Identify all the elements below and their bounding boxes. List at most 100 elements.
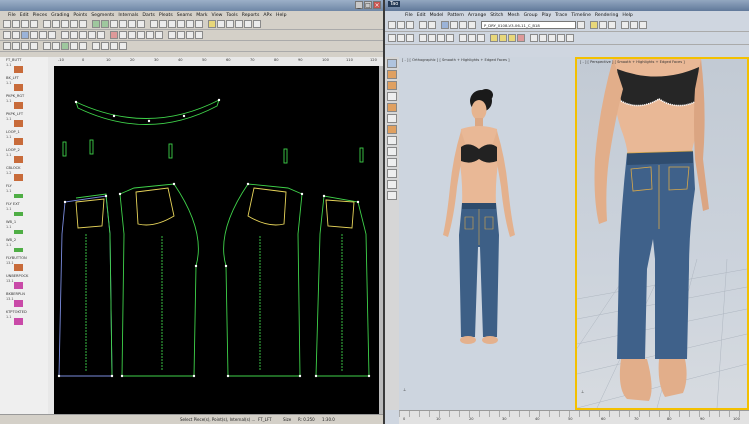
pin-icon[interactable] bbox=[437, 34, 445, 42]
rectangle-icon[interactable] bbox=[70, 31, 78, 39]
piece-list-item[interactable]: FLY 1.1 bbox=[0, 183, 48, 201]
point-tool-icon[interactable] bbox=[101, 20, 109, 28]
simulate-icon[interactable] bbox=[590, 21, 598, 29]
menu-apx[interactable]: APx bbox=[263, 13, 272, 18]
pan-icon[interactable] bbox=[177, 20, 185, 28]
flip-icon[interactable] bbox=[235, 20, 243, 28]
properties-icon[interactable] bbox=[119, 42, 127, 50]
mesh-icon[interactable] bbox=[459, 34, 467, 42]
menu-arrange[interactable]: Arrange bbox=[468, 13, 486, 18]
fold-icon[interactable] bbox=[128, 31, 136, 39]
plot-icon[interactable] bbox=[92, 42, 100, 50]
show-grade-icon[interactable] bbox=[61, 42, 69, 50]
avatar-icon[interactable] bbox=[428, 34, 436, 42]
join-icon[interactable] bbox=[119, 31, 127, 39]
print-icon[interactable] bbox=[30, 20, 38, 28]
menu-internals[interactable]: Internals bbox=[118, 13, 138, 18]
copy-icon[interactable] bbox=[52, 20, 60, 28]
split-icon[interactable] bbox=[110, 31, 118, 39]
color-icon[interactable] bbox=[548, 34, 556, 42]
select-icon[interactable] bbox=[441, 21, 449, 29]
new-scene-icon[interactable] bbox=[388, 21, 396, 29]
save-scene-icon[interactable] bbox=[406, 21, 414, 29]
close-button[interactable]: × bbox=[373, 1, 381, 9]
open-scene-icon[interactable] bbox=[397, 21, 405, 29]
wire-icon[interactable] bbox=[557, 34, 565, 42]
menu-segments[interactable]: Segments bbox=[91, 13, 114, 18]
piece-list-item[interactable]: FLY EXT 1.1 bbox=[0, 201, 48, 219]
circle-icon[interactable] bbox=[61, 31, 69, 39]
button-icon[interactable] bbox=[97, 31, 105, 39]
zoom-view-icon[interactable] bbox=[387, 147, 397, 156]
menu-mesh[interactable]: Mesh bbox=[507, 13, 519, 18]
menu-stitch[interactable]: Stitch bbox=[490, 13, 503, 18]
piece-list-item[interactable]: PKPK_RGT 1.1 bbox=[0, 93, 48, 111]
piece-list-item[interactable]: LOOP_2 1.1 bbox=[0, 147, 48, 165]
text-icon[interactable] bbox=[79, 31, 87, 39]
piece-list-item[interactable]: PKPK_LFT 1.1 bbox=[0, 111, 48, 129]
menu-model[interactable]: Model bbox=[430, 13, 444, 18]
arrange-icon[interactable] bbox=[406, 34, 414, 42]
perspective-viewport[interactable]: [ - ] [ Perspective ] [ Smooth + Highlig… bbox=[575, 57, 749, 410]
menu-group[interactable]: Group bbox=[524, 13, 538, 18]
menu-pleats[interactable]: Pleats bbox=[159, 13, 173, 18]
dart-tool-icon[interactable] bbox=[137, 20, 145, 28]
menu-help[interactable]: Help bbox=[276, 13, 286, 18]
move-icon[interactable] bbox=[12, 31, 20, 39]
line-icon[interactable] bbox=[48, 31, 56, 39]
arrow-left-icon[interactable] bbox=[3, 42, 11, 50]
curve-icon[interactable] bbox=[39, 31, 47, 39]
group-icon[interactable] bbox=[468, 34, 476, 42]
record-icon[interactable] bbox=[517, 34, 525, 42]
light-toggle-icon[interactable] bbox=[387, 180, 397, 189]
frame-all-icon[interactable] bbox=[387, 158, 397, 167]
menu-points[interactable]: Points bbox=[73, 13, 87, 18]
cloth-icon[interactable] bbox=[419, 34, 427, 42]
light-icon[interactable] bbox=[630, 21, 638, 29]
select-arrow-icon[interactable] bbox=[3, 31, 11, 39]
layer-icon[interactable] bbox=[168, 31, 176, 39]
pause-icon[interactable] bbox=[599, 21, 607, 29]
camera-icon[interactable] bbox=[621, 21, 629, 29]
menu-rendering[interactable]: Rendering bbox=[595, 13, 618, 18]
piece-tool-icon[interactable] bbox=[92, 20, 100, 28]
cut-icon[interactable] bbox=[43, 20, 51, 28]
piece-list-item[interactable]: FLYBUTTON 13.1 bbox=[0, 255, 48, 273]
pattern-canvas[interactable] bbox=[54, 66, 379, 414]
save-icon[interactable] bbox=[21, 20, 29, 28]
shade-icon[interactable] bbox=[566, 34, 574, 42]
view-top-icon[interactable] bbox=[387, 103, 397, 112]
menu-file[interactable]: File bbox=[8, 13, 16, 18]
measure-icon[interactable] bbox=[186, 20, 194, 28]
marker-icon[interactable] bbox=[79, 42, 87, 50]
orthographic-viewport[interactable]: [ - ] [ Orthographic ] [ Smooth + Highli… bbox=[399, 57, 577, 410]
rotate-icon[interactable] bbox=[226, 20, 234, 28]
grid-toggle-icon[interactable] bbox=[387, 169, 397, 178]
minimize-button[interactable]: _ bbox=[355, 1, 363, 9]
arrow-up-icon[interactable] bbox=[21, 42, 29, 50]
unfold-icon[interactable] bbox=[137, 31, 145, 39]
stitch-icon[interactable] bbox=[388, 34, 396, 42]
render-icon[interactable] bbox=[639, 21, 647, 29]
paste-icon[interactable] bbox=[61, 20, 69, 28]
combo-dropdown-icon[interactable] bbox=[577, 21, 585, 29]
lock-icon[interactable] bbox=[195, 31, 203, 39]
walk-icon[interactable] bbox=[155, 31, 163, 39]
show-icon[interactable] bbox=[177, 31, 185, 39]
piece-list-item[interactable]: FT_BUTT 1.1 bbox=[0, 57, 48, 75]
seam-icon[interactable] bbox=[253, 20, 261, 28]
view-left-icon[interactable] bbox=[387, 81, 397, 90]
arrow-down-icon[interactable] bbox=[30, 42, 38, 50]
menu-view[interactable]: View bbox=[212, 13, 223, 18]
menu-help[interactable]: Help bbox=[622, 13, 632, 18]
ortho-icon[interactable] bbox=[52, 42, 60, 50]
timeline-bar[interactable]: 0 10 20 30 40 50 60 70 80 90 100 bbox=[399, 410, 749, 424]
texture-icon[interactable] bbox=[530, 34, 538, 42]
import-icon[interactable] bbox=[110, 42, 118, 50]
piece-list-item[interactable]: BK_LFT 1.1 bbox=[0, 75, 48, 93]
maximize-button[interactable]: □ bbox=[364, 1, 372, 9]
add-point-icon[interactable] bbox=[21, 31, 29, 39]
export-icon[interactable] bbox=[101, 42, 109, 50]
grid-icon[interactable] bbox=[195, 20, 203, 28]
menu-trace[interactable]: Trace bbox=[555, 13, 567, 18]
